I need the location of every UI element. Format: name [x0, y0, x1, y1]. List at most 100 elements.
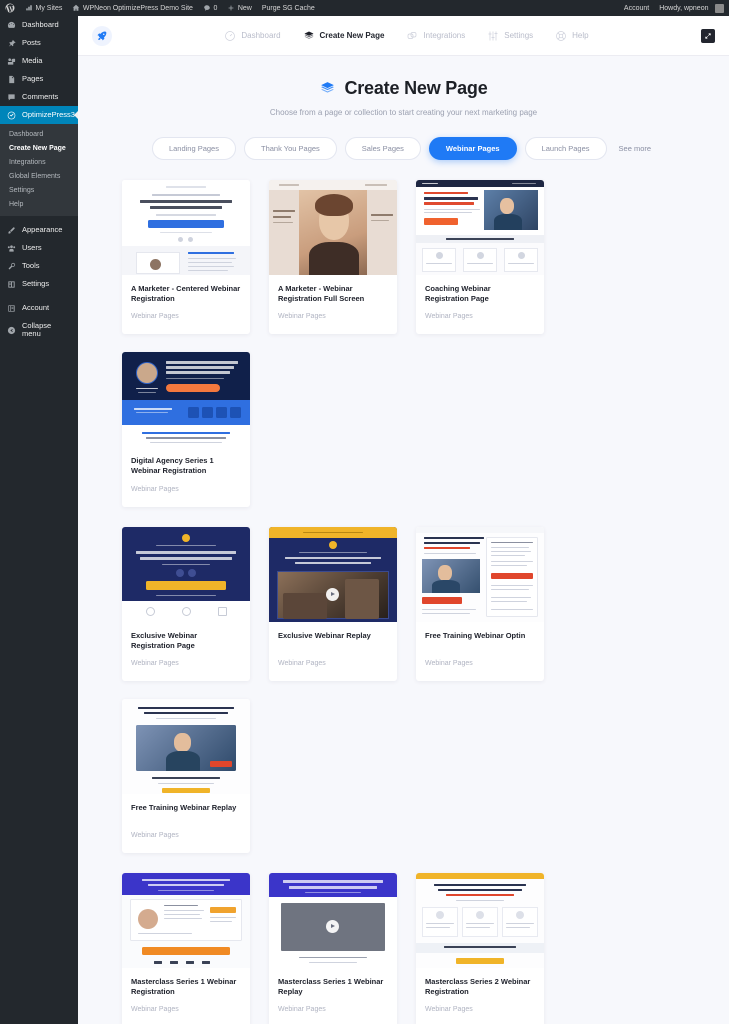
sidebar-item-posts[interactable]: Posts: [0, 34, 78, 52]
template-card-category: Webinar Pages: [131, 1006, 179, 1013]
template-card-body: Exclusive Webinar Registration Page Webi…: [122, 622, 250, 681]
sidebar-subitem-dashboard[interactable]: Dashboard: [0, 127, 78, 141]
page-subtitle: Choose from a page or collection to star…: [269, 108, 538, 117]
app-nav-settings[interactable]: Settings: [487, 30, 533, 42]
template-thumbnail: [122, 526, 250, 622]
sidebar-subitem-settings[interactable]: Settings: [0, 183, 78, 197]
admin-bar-new-label: New: [237, 4, 252, 12]
sidebar-submenu-optimizepress3: Dashboard Create New Page Integrations G…: [0, 124, 78, 216]
sidebar-item-optimizepress3-label: OptimizePress3: [22, 109, 75, 119]
optimizepress-top-nav: Dashboard Create New Page Integrations S…: [78, 16, 729, 56]
home-icon: [73, 4, 80, 11]
page-title: Create New Page: [122, 78, 685, 99]
expand-fullscreen-icon: [705, 32, 711, 39]
see-more-link[interactable]: See more: [615, 138, 656, 159]
admin-bar-howdy[interactable]: Howdy, wpneon: [654, 0, 729, 16]
template-thumbnail: [122, 352, 250, 448]
template-thumbnail: [122, 872, 250, 968]
template-card-body: A Marketer - Centered Webinar Registrati…: [122, 275, 250, 334]
template-card-title: A Marketer - Webinar Registration Full S…: [278, 284, 365, 304]
template-card[interactable]: A Marketer - Webinar Registration Full S…: [269, 180, 397, 335]
template-card-category: Webinar Pages: [131, 659, 179, 667]
brush-icon: [7, 227, 15, 234]
template-card-title: Free Training Webinar Replay: [131, 802, 237, 812]
template-card[interactable]: Masterclass Series 1 Webinar Replay Webi…: [269, 872, 397, 1024]
comments-icon: [8, 93, 15, 100]
template-thumbnail: [269, 872, 397, 968]
expand-fullscreen-button[interactable]: [700, 28, 715, 43]
app-nav-integrations[interactable]: Integrations: [406, 30, 465, 42]
sidebar-item-settings-label: Settings: [22, 279, 50, 289]
sidebar-subitem-create-new-page[interactable]: Create New Page: [0, 141, 78, 155]
sidebar-item-pages-label: Pages: [22, 73, 44, 83]
template-card-title: Free Training Webinar Optin: [425, 630, 526, 640]
admin-bar-site-name[interactable]: WPNeon OptimizePress Demo Site: [67, 0, 198, 16]
filter-pill-sales-pages[interactable]: Sales Pages: [344, 137, 421, 160]
admin-bar-comments[interactable]: 0: [198, 0, 222, 16]
filter-pill-webinar-pages[interactable]: Webinar Pages: [428, 137, 517, 160]
admin-bar-my-sites[interactable]: My Sites: [20, 0, 67, 16]
template-card[interactable]: Coaching Webinar Registration Page Webin…: [416, 180, 544, 335]
main-content-area: Dashboard Create New Page Integrations S…: [78, 16, 729, 1024]
admin-bar-comments-count: 0: [213, 4, 218, 12]
filter-pill-thank-you-pages[interactable]: Thank You Pages: [243, 137, 337, 160]
sidebar-subitem-global-elements[interactable]: Global Elements: [0, 169, 78, 183]
layers-icon: [321, 82, 335, 93]
template-card-category: Webinar Pages: [278, 659, 326, 667]
sidebar-item-comments[interactable]: Comments: [0, 88, 78, 106]
template-thumbnail: [416, 872, 544, 968]
sidebar-item-appearance[interactable]: Appearance: [0, 222, 78, 240]
sidebar-item-dashboard[interactable]: Dashboard: [0, 16, 78, 34]
app-nav-help[interactable]: Help: [555, 30, 589, 42]
app-nav-create-new-page[interactable]: Create New Page: [303, 30, 384, 42]
admin-bar-new[interactable]: New: [222, 0, 257, 16]
template-card[interactable]: A Marketer - Centered Webinar Registrati…: [122, 180, 250, 335]
template-card-title: Masterclass Series 2 Webinar Registratio…: [425, 976, 531, 996]
template-card[interactable]: Masterclass Series 2 Webinar Registratio…: [416, 872, 544, 1024]
plus-icon: [228, 5, 234, 11]
filter-pill-launch-pages[interactable]: Launch Pages: [524, 137, 607, 160]
sidebar-collapse-menu[interactable]: Collapse menu: [0, 318, 78, 344]
life-ring-icon: [556, 30, 567, 41]
template-card[interactable]: Exclusive Webinar Registration Page Webi…: [122, 526, 250, 681]
optimizepress-rocket-icon: [97, 30, 107, 40]
sidebar-item-optimizepress3[interactable]: OptimizePress3: [0, 106, 78, 124]
template-card[interactable]: Free Training Webinar Optin Webinar Page…: [416, 526, 544, 681]
sidebar-item-users[interactable]: Users: [0, 240, 78, 258]
template-thumbnail: [269, 180, 397, 275]
template-card-category: Webinar Pages: [131, 313, 179, 321]
admin-bar-purge-cache[interactable]: Purge SG Cache: [257, 0, 320, 16]
template-card-title: A Marketer - Centered Webinar Registrati…: [131, 284, 241, 304]
sidebar-subitem-integrations[interactable]: Integrations: [0, 155, 78, 169]
play-icon: [326, 587, 339, 601]
template-card[interactable]: Free Training Webinar Replay Webinar Pag…: [122, 698, 250, 853]
wordpress-logo-button[interactable]: [0, 0, 20, 16]
app-nav-dashboard[interactable]: Dashboard: [224, 30, 281, 42]
admin-bar-left: My Sites WPNeon OptimizePress Demo Site …: [0, 0, 320, 16]
page-header: Create New Page Choose from a page or co…: [122, 78, 685, 117]
app-nav-settings-label: Settings: [504, 31, 534, 40]
template-card-category: Webinar Pages: [425, 659, 473, 667]
template-card-category: Webinar Pages: [131, 831, 179, 839]
template-card-title: Coaching Webinar Registration Page: [425, 284, 491, 304]
template-card[interactable]: Digital Agency Series 1 Webinar Registra…: [122, 352, 250, 507]
dashboard-icon: [7, 21, 16, 28]
sidebar-subitem-help[interactable]: Help: [0, 197, 78, 211]
template-card[interactable]: Masterclass Series 1 Webinar Registratio…: [122, 872, 250, 1024]
wordpress-logo-icon: [5, 3, 15, 13]
tools-icon: [8, 262, 16, 270]
template-card-body: Masterclass Series 1 Webinar Replay Webi…: [269, 968, 397, 1024]
sidebar-item-pages[interactable]: Pages: [0, 70, 78, 88]
template-card-body: Digital Agency Series 1 Webinar Registra…: [122, 447, 250, 506]
template-card-body: Coaching Webinar Registration Page Webin…: [416, 275, 544, 334]
optimizepress-logo[interactable]: [92, 25, 112, 46]
admin-bar-account[interactable]: Account: [619, 0, 654, 16]
comment-bubble-icon: [204, 5, 210, 11]
sidebar-item-media[interactable]: Media: [0, 52, 78, 70]
filter-pill-landing-pages[interactable]: Landing Pages: [151, 137, 236, 160]
sidebar-item-tools[interactable]: Tools: [0, 258, 78, 276]
sidebar-item-settings[interactable]: Settings: [0, 276, 78, 294]
optimizepress-icon: [7, 111, 16, 119]
sidebar-item-account[interactable]: Account: [0, 300, 78, 318]
template-card[interactable]: Exclusive Webinar Replay Webinar Pages: [269, 526, 397, 681]
